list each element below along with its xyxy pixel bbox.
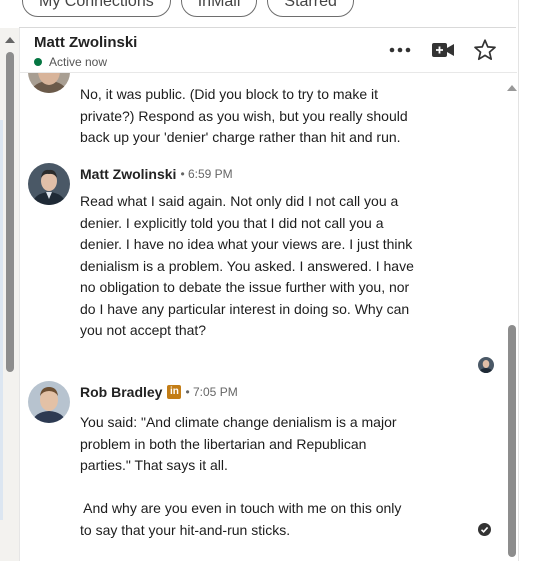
active-status-icon bbox=[34, 58, 42, 66]
message-line: private?) Respond as you wish, but you r… bbox=[80, 107, 408, 124]
filter-pills: My Connections InMail Starred bbox=[22, 0, 354, 17]
message-line: denialism is a problem. You asked. I ans… bbox=[80, 257, 414, 274]
message-sender: Matt Zwolinski • 6:59 PM bbox=[80, 166, 233, 182]
message-line: denier. I have no idea what your views a… bbox=[80, 236, 413, 252]
message-line: problem in both the libertarian and Repu… bbox=[80, 435, 367, 452]
avatar[interactable] bbox=[28, 73, 70, 93]
message-line: no obligation to debate the issue furthe… bbox=[80, 279, 410, 295]
star-icon bbox=[474, 39, 496, 61]
more-horizontal-icon bbox=[389, 47, 411, 53]
message-time: • 6:59 PM bbox=[180, 167, 233, 181]
page-scrollbar[interactable] bbox=[0, 28, 20, 561]
message-line bbox=[80, 477, 455, 499]
message-line: parties." That says it all. bbox=[80, 457, 228, 473]
video-call-icon bbox=[432, 43, 454, 57]
linkedin-premium-icon: in bbox=[167, 385, 182, 399]
contact-name[interactable]: Matt Zwolinski bbox=[34, 34, 137, 51]
message-sent-icon bbox=[478, 523, 491, 536]
message-line: you not accept that? bbox=[80, 322, 207, 338]
star-button[interactable] bbox=[472, 38, 498, 62]
avatar[interactable] bbox=[28, 381, 70, 423]
page-edge-highlight bbox=[0, 120, 3, 520]
sender-name[interactable]: Rob Bradley bbox=[80, 384, 162, 400]
thread-scroll-thumb[interactable] bbox=[508, 325, 516, 557]
video-call-button[interactable] bbox=[430, 38, 456, 62]
divider bbox=[518, 0, 519, 561]
message-line: back up your 'denier' charge rather than… bbox=[80, 129, 401, 145]
page-scroll-thumb[interactable] bbox=[6, 52, 14, 372]
message-line: And why are you even in touch with me on… bbox=[80, 500, 402, 516]
presence-status-label: Active now bbox=[49, 55, 108, 69]
filter-pill-starred[interactable]: Starred bbox=[267, 0, 354, 17]
thread-scroll-up-icon[interactable] bbox=[507, 85, 517, 91]
message-line: Read what I said again. Not only did I n… bbox=[80, 193, 399, 209]
message-line: do I have any particular interest in doi… bbox=[80, 300, 410, 317]
message-body: No, it was public. (Did you block to try… bbox=[80, 84, 455, 149]
conversation-header: Matt Zwolinski Active now bbox=[20, 28, 517, 72]
message-body: Read what I said again. Not only did I n… bbox=[80, 191, 455, 342]
more-options-button[interactable] bbox=[387, 38, 413, 62]
message-line: denier. I explicitly told you that I did… bbox=[80, 214, 384, 231]
message-sender: Rob Bradley in • 7:05 PM bbox=[80, 384, 238, 400]
sender-name[interactable]: Matt Zwolinski bbox=[80, 166, 176, 182]
message-line: to say that your hit-and-run sticks. bbox=[80, 521, 291, 538]
message-line: No, it was public. (Did you block to try… bbox=[80, 86, 378, 102]
presence-status: Active now bbox=[34, 55, 107, 69]
message-body: You said: "And climate change denialism … bbox=[80, 412, 455, 541]
page-scroll-up-icon[interactable] bbox=[5, 37, 15, 43]
avatar[interactable] bbox=[28, 163, 70, 205]
message-line: You said: "And climate change denialism … bbox=[80, 414, 397, 430]
filter-pill-inmail[interactable]: InMail bbox=[180, 0, 258, 17]
filter-pill-my-connections[interactable]: My Connections bbox=[22, 0, 171, 17]
message-thread[interactable]: No, it was public. (Did you block to try… bbox=[20, 73, 502, 561]
message-time: • 7:05 PM bbox=[185, 385, 238, 399]
read-receipt-avatar bbox=[478, 357, 494, 373]
